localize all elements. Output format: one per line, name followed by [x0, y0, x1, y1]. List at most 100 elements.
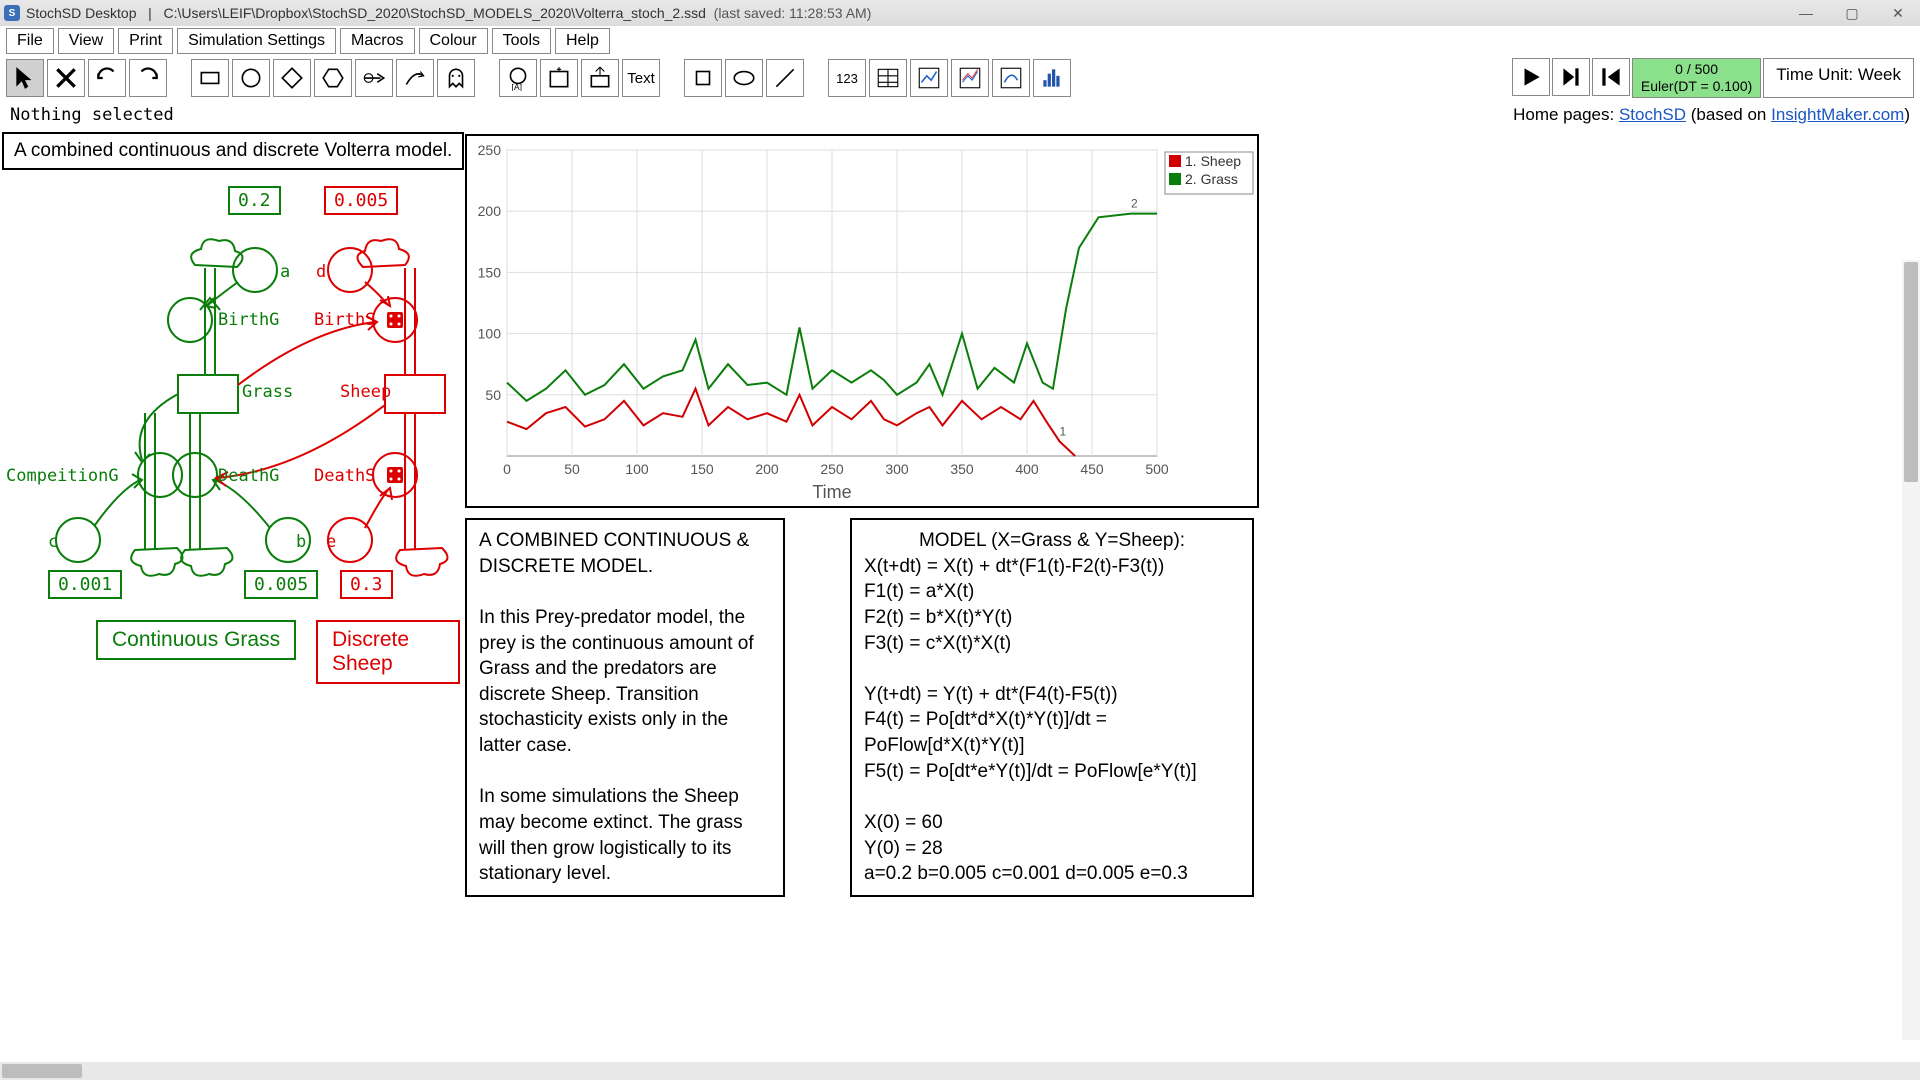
param-d[interactable]: 0.005 — [324, 186, 398, 215]
selection-status: Nothing selected — [10, 105, 174, 125]
minimize-icon[interactable]: — — [1796, 5, 1816, 22]
label-d: d — [316, 262, 326, 282]
line-prim-tool[interactable] — [766, 59, 804, 97]
description-panel[interactable]: A COMBINED CONTINUOUS & DISCRETE MODEL. … — [465, 518, 785, 897]
time-plot[interactable]: 1205010015020025030035040045050050100150… — [465, 134, 1259, 508]
solver-method: Euler(DT = 0.100) — [1641, 78, 1752, 95]
circle-tool[interactable] — [232, 59, 270, 97]
svg-text:1: 1 — [1060, 424, 1067, 438]
model-l4: F3(t) = c*X(t)*X(t) — [864, 631, 1240, 657]
param-c[interactable]: 0.001 — [48, 570, 122, 599]
statusbar: Nothing selected Home pages: StochSD (ba… — [0, 100, 1920, 130]
redo-button[interactable] — [129, 59, 167, 97]
model-l10: a=0.2 b=0.005 c=0.001 d=0.005 e=0.3 — [864, 861, 1240, 887]
svg-text:50: 50 — [485, 387, 501, 403]
model-l7: F5(t) = Po[dt*e*Y(t)]/dt = PoFlow[e*Y(t)… — [864, 759, 1240, 785]
model-l3: F2(t) = b*X(t)*Y(t) — [864, 605, 1240, 631]
undo-button[interactable] — [88, 59, 126, 97]
svg-text:2: 2 — [1131, 197, 1138, 211]
diamond-tool[interactable] — [273, 59, 311, 97]
vertical-scrollbar[interactable] — [1902, 260, 1920, 1040]
svg-text:150: 150 — [478, 264, 502, 280]
svg-text:200: 200 — [755, 461, 779, 477]
link-tool[interactable] — [396, 59, 434, 97]
horizontal-scrollbar[interactable] — [0, 1062, 1920, 1080]
menu-print[interactable]: Print — [118, 28, 173, 54]
svg-text:500: 500 — [1145, 461, 1169, 477]
maximize-icon[interactable]: ▢ — [1842, 5, 1862, 22]
line-chart-tool[interactable] — [910, 59, 948, 97]
svg-text:0: 0 — [503, 461, 511, 477]
model-panel[interactable]: MODEL (X=Grass & Y=Sheep): X(t+dt) = X(t… — [850, 518, 1254, 897]
model-l2: F1(t) = a*X(t) — [864, 579, 1240, 605]
menubar: File View Print Simulation Settings Macr… — [0, 26, 1920, 56]
svg-text:350: 350 — [950, 461, 974, 477]
svg-text:200: 200 — [478, 203, 502, 219]
rewind-button[interactable] — [1592, 58, 1630, 96]
svg-text:450: 450 — [1080, 461, 1104, 477]
label-births: BirthS — [314, 310, 375, 330]
param-a[interactable]: 0.2 — [228, 186, 281, 215]
model-diagram[interactable]: 0.2 0.005 a d BirthG BirthS Grass Sheep … — [0, 170, 460, 790]
model-title: MODEL (X=Grass & Y=Sheep): — [864, 528, 1240, 554]
desc-title: A COMBINED CONTINUOUS & DISCRETE MODEL. — [479, 528, 771, 579]
desc-p1: In this Prey-predator model, the prey is… — [479, 605, 771, 759]
solver-settings-button[interactable]: 0 / 500 Euler(DT = 0.100) — [1632, 58, 1761, 98]
svg-text:250: 250 — [820, 461, 844, 477]
param-e[interactable]: 0.3 — [340, 570, 393, 599]
menu-help[interactable]: Help — [555, 28, 610, 54]
menu-file[interactable]: File — [6, 28, 54, 54]
close-icon[interactable]: ✕ — [1888, 5, 1908, 22]
model-caption[interactable]: A combined continuous and discrete Volte… — [2, 132, 464, 170]
hexagon-tool[interactable] — [314, 59, 352, 97]
label-deaths: DeathS — [314, 466, 375, 486]
arrow-up-tool[interactable] — [581, 59, 619, 97]
home-pages: Home pages: StochSD (based on InsightMak… — [1513, 105, 1910, 125]
multi-chart-tool[interactable] — [951, 59, 989, 97]
scatter-tool[interactable] — [992, 59, 1030, 97]
flow-tool[interactable] — [355, 59, 393, 97]
insightmaker-link[interactable]: InsightMaker.com — [1771, 105, 1904, 124]
label-b: b — [296, 532, 306, 552]
titlebar: S StochSD Desktop | C:\Users\LEIF\Dropbo… — [0, 0, 1920, 26]
app-name: StochSD Desktop — [26, 5, 137, 21]
ghost-tool[interactable] — [437, 59, 475, 97]
model-l5: Y(t+dt) = Y(t) + dt*(F4(t)-F5(t)) — [864, 682, 1240, 708]
menu-colour[interactable]: Colour — [419, 28, 488, 54]
label-grass: Grass — [242, 382, 293, 402]
ellipse-prim-tool[interactable] — [725, 59, 763, 97]
stochsd-link[interactable]: StochSD — [1619, 105, 1686, 124]
label-birthg: BirthG — [218, 310, 279, 330]
canvas[interactable]: A combined continuous and discrete Volte… — [0, 130, 1920, 1060]
histogram-tool[interactable] — [1033, 59, 1071, 97]
svg-text:2. Grass: 2. Grass — [1185, 171, 1238, 187]
table-display-tool[interactable] — [869, 59, 907, 97]
stock-tool[interactable] — [191, 59, 229, 97]
square-prim-tool[interactable] — [684, 59, 722, 97]
label-sheep: Sheep — [340, 382, 391, 402]
auxiliary-tool[interactable]: [A] — [499, 59, 537, 97]
continuous-grass-label[interactable]: Continuous Grass — [96, 620, 296, 660]
param-b[interactable]: 0.005 — [244, 570, 318, 599]
desc-p2: In some simulations the Sheep may become… — [479, 784, 771, 887]
menu-view[interactable]: View — [58, 28, 114, 54]
menu-macros[interactable]: Macros — [340, 28, 414, 54]
time-unit-button[interactable]: Time Unit: Week — [1763, 58, 1914, 98]
text-tool[interactable]: Text — [622, 59, 660, 97]
svg-text:Time: Time — [812, 482, 851, 502]
pointer-tool[interactable] — [6, 59, 44, 97]
rect-container-tool[interactable] — [540, 59, 578, 97]
svg-text:1. Sheep: 1. Sheep — [1185, 153, 1241, 169]
label-e: e — [326, 532, 336, 552]
step-button[interactable] — [1552, 58, 1590, 96]
menu-simulation-settings[interactable]: Simulation Settings — [177, 28, 336, 54]
play-button[interactable] — [1512, 58, 1550, 96]
solver-progress: 0 / 500 — [1641, 61, 1752, 78]
number-display-tool[interactable]: 123 — [828, 59, 866, 97]
menu-tools[interactable]: Tools — [492, 28, 551, 54]
delete-tool[interactable] — [47, 59, 85, 97]
label-a: a — [280, 262, 290, 282]
discrete-sheep-label[interactable]: Discrete Sheep — [316, 620, 460, 684]
label-c: c — [48, 532, 58, 552]
svg-text:250: 250 — [478, 142, 502, 158]
